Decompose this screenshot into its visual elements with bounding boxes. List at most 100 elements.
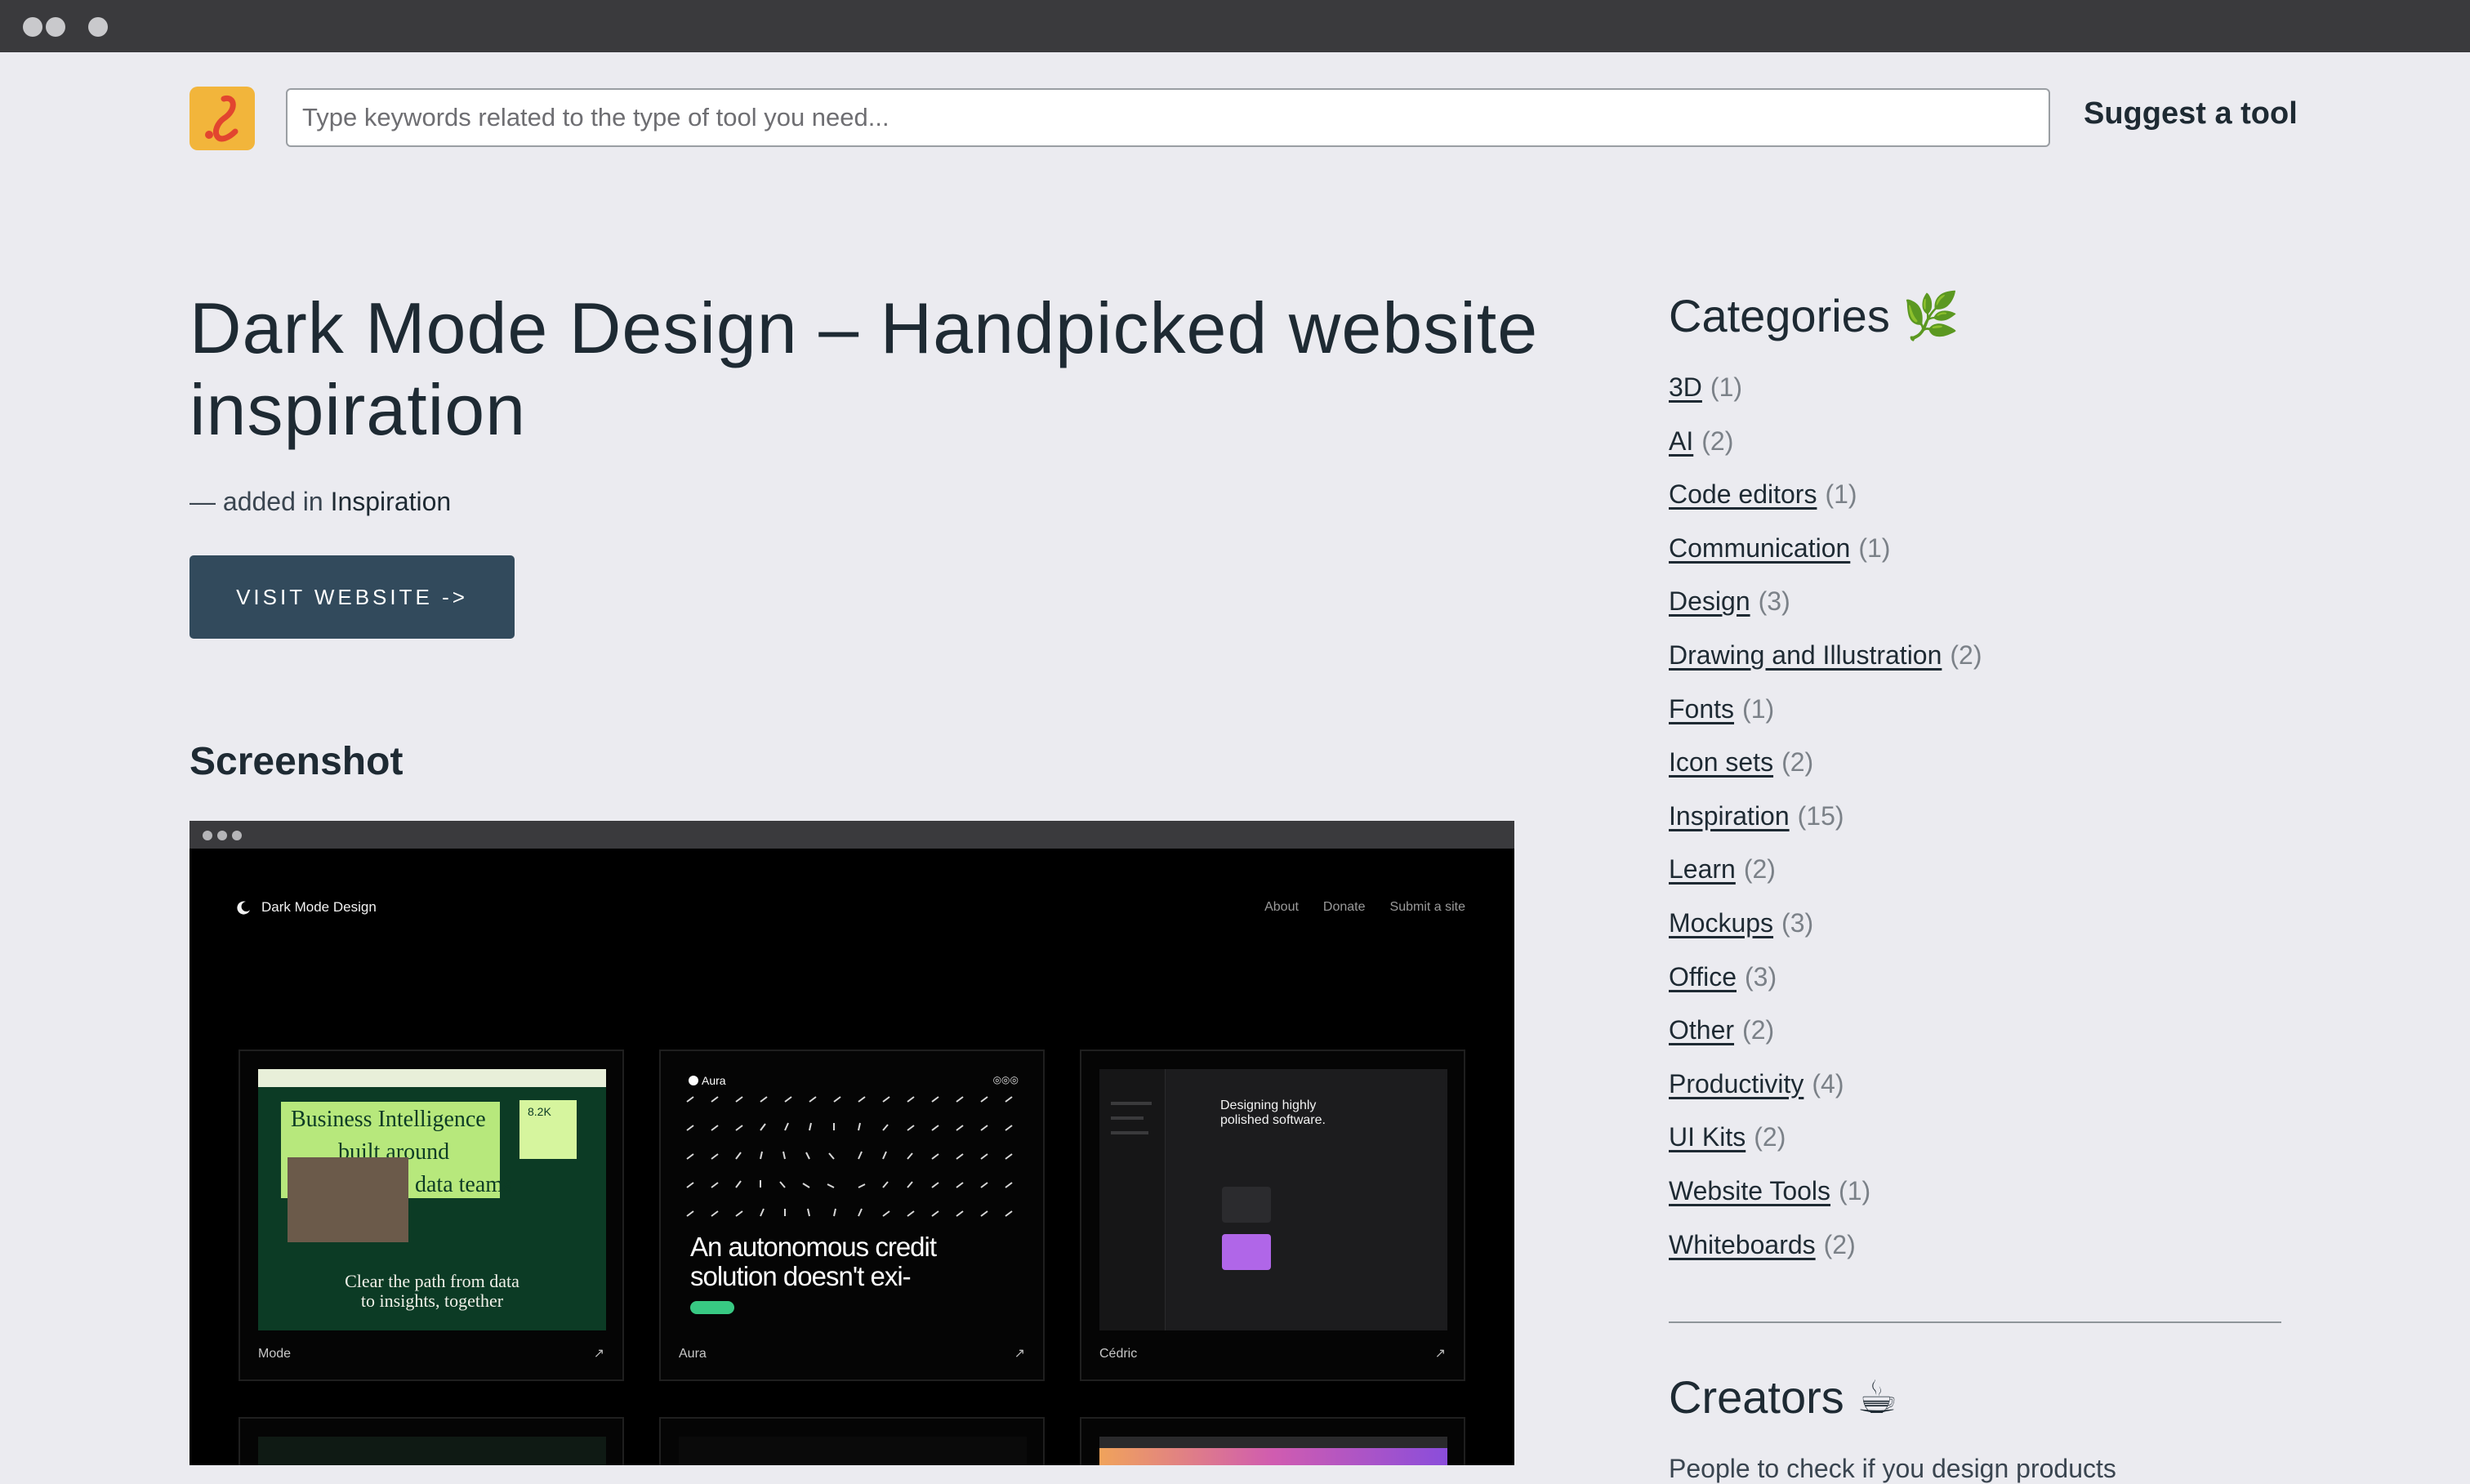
category-link[interactable]: UI Kits [1669,1122,1745,1152]
category-link[interactable]: 3D [1669,372,1702,402]
screenshot-card-row2-2 [659,1417,1045,1465]
category-link[interactable]: Productivity [1669,1069,1803,1099]
mode-stat: 8.2K [528,1105,551,1118]
category-item: Website Tools (1) [1669,1176,1982,1230]
category-item: Mockups (3) [1669,908,1982,962]
category-link[interactable]: Inspiration [1669,801,1790,831]
aura-thumbnail: Aura ◎◎◎ An autonomous credit solution d… [679,1069,1027,1330]
category-count: (1) [1825,479,1857,510]
aura-icons: ◎◎◎ [992,1074,1019,1085]
website-screenshot: Dark Mode Design About Donate Submit a s… [189,821,1514,1465]
external-arrow-icon: ↗ [1014,1347,1025,1361]
category-count: (2) [1950,640,1982,670]
page-title: Dark Mode Design – Handpicked website in… [189,287,1539,450]
category-item: Whiteboards (2) [1669,1230,1982,1284]
category-count: (1) [1742,693,1775,724]
meta-category-link[interactable]: Inspiration [331,487,452,516]
category-item: AI (2) [1669,426,1982,480]
category-link[interactable]: Drawing and Illustration [1669,640,1942,670]
category-count: (15) [1797,800,1844,831]
search-input[interactable] [286,88,2050,147]
screenshot-card-aura: Aura ◎◎◎ An autonomous credit solution d… [659,1049,1045,1381]
visit-website-button[interactable]: VISIT WEBSITE -> [189,555,515,639]
categories-heading: Categories 🌿 [1669,290,1960,341]
window-titlebar [0,0,2470,52]
creators-text: People to check if you design products [1669,1454,2116,1483]
screenshot-brand-label: Dark Mode Design [261,899,377,915]
category-item: Inspiration (15) [1669,801,1982,855]
aura-card-label: Aura [679,1347,707,1361]
added-in-meta: — added in Inspiration [189,487,451,517]
category-link[interactable]: Mockups [1669,908,1773,938]
external-arrow-icon: ↗ [1434,1347,1446,1361]
category-count: (1) [1839,1175,1871,1205]
category-item: Other (2) [1669,1015,1982,1069]
categories-list: 3D (1) AI (2) Code editors (1) Communication (1… [1669,372,1982,1283]
cedric-thumbnail: Designing highly polished software. [1099,1069,1447,1330]
category-item: Design (3) [1669,586,1982,640]
moon-icon [237,901,250,915]
category-count: (4) [1812,1068,1844,1099]
category-count: (2) [1742,1015,1775,1045]
category-count: (1) [1858,533,1891,563]
aura-brand: Aura [702,1074,726,1087]
screenshot-nav-about: About [1264,900,1299,914]
mode-card-label: Mode [258,1347,292,1361]
cedric-headline-2: polished software. [1220,1113,1326,1127]
site-logo[interactable] [189,87,255,150]
mode-tagline-2: to insights, together [360,1290,504,1311]
window-maximize-button[interactable] [88,17,108,37]
screenshot-heading: Screenshot [189,740,403,783]
aura-headline-2: solution doesn't exi- [690,1261,912,1291]
meta-prefix: — added in [189,487,323,516]
category-count: (3) [1781,907,1814,938]
category-item: Productivity (4) [1669,1069,1982,1123]
screenshot-nav-donate: Donate [1322,900,1366,914]
category-link[interactable]: Website Tools [1669,1176,1830,1205]
category-link[interactable]: Icon sets [1669,747,1773,777]
category-item: Office (3) [1669,962,1982,1016]
category-count: (2) [1754,1122,1786,1152]
category-count: (2) [1701,426,1734,456]
mode-thumbnail: Business Intelligence built around data … [258,1069,606,1330]
window-minimize-button[interactable] [46,17,65,37]
screenshot-nav-submit: Submit a site [1389,900,1465,914]
category-count: (1) [1710,372,1743,402]
category-count: (2) [1823,1229,1856,1259]
category-link[interactable]: Communication [1669,533,1850,563]
category-item: Communication (1) [1669,533,1982,587]
suggest-tool-link[interactable]: Suggest a tool [2084,96,2298,131]
screenshot-brand: Dark Mode Design [237,899,377,916]
category-link[interactable]: Code editors [1669,479,1817,509]
category-item: UI Kits (2) [1669,1122,1982,1176]
creators-heading: Creators ☕ [1669,1371,1898,1423]
screenshot-nav: About Donate Submit a site [1264,900,1465,915]
category-link[interactable]: Fonts [1669,694,1734,724]
screenshot-card-cedric: Designing highly polished software. Cédr… [1080,1049,1465,1381]
screenshot-titlebar [189,821,1514,849]
cedric-card-label: Cédric [1099,1347,1138,1361]
screenshot-card-row2-1 [239,1417,624,1465]
category-link[interactable]: Whiteboards [1669,1230,1816,1259]
screenshot-card-row2-3 [1080,1417,1465,1465]
category-count: (2) [1781,747,1814,778]
category-item: Learn (2) [1669,854,1982,908]
category-count: (3) [1758,586,1790,617]
mode-tagline-1: Clear the path from data [345,1271,519,1291]
category-link[interactable]: Office [1669,962,1737,992]
mode-headline-1: Business Intelligence [291,1107,486,1132]
aura-headline-1: An autonomous credit [690,1232,937,1262]
window-close-button[interactable] [23,17,42,37]
category-link[interactable]: Design [1669,586,1750,616]
category-link[interactable]: Learn [1669,854,1736,884]
external-arrow-icon: ↗ [593,1347,604,1361]
category-link[interactable]: AI [1669,426,1693,456]
category-link[interactable]: Other [1669,1015,1734,1045]
logo-letter-icon [205,95,239,142]
aura-pattern-icon [686,1096,1013,1217]
category-item: Code editors (1) [1669,479,1982,533]
category-item: 3D (1) [1669,372,1982,426]
category-count: (2) [1743,854,1776,885]
category-count: (3) [1745,961,1777,992]
category-item: Icon sets (2) [1669,747,1982,801]
